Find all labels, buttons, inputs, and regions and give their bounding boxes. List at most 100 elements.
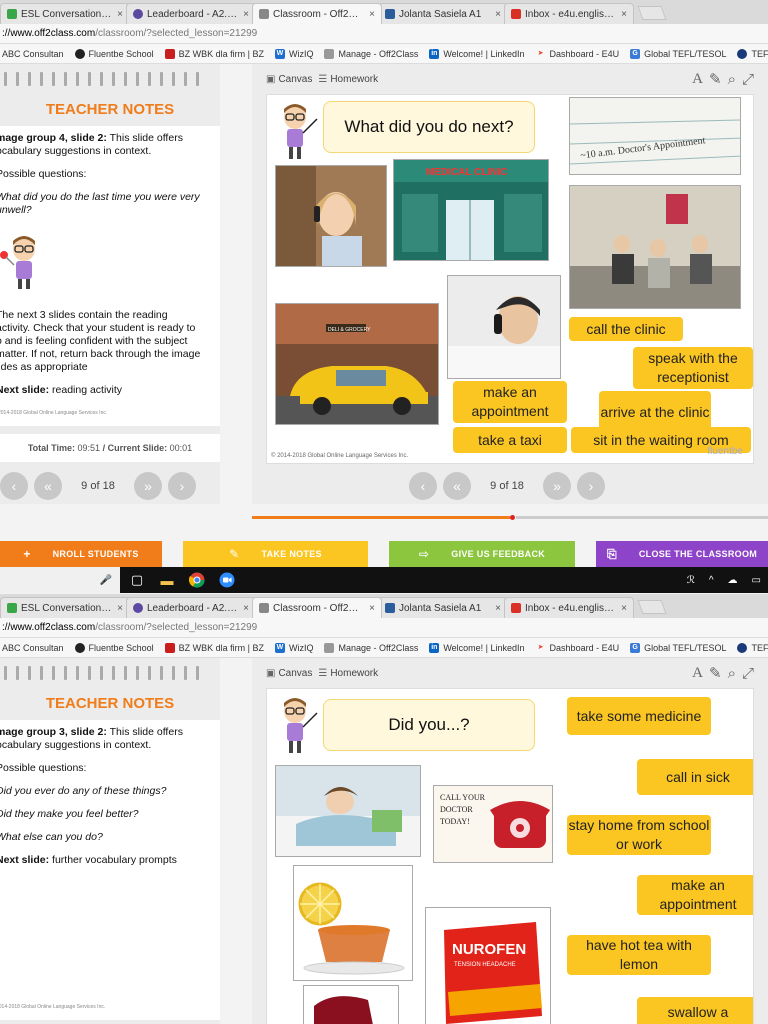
bookmark-label: TEFL with CELTA (751, 642, 768, 653)
vocab-card[interactable]: call in sick (637, 759, 753, 795)
close-icon[interactable]: × (621, 9, 627, 20)
homework-tab[interactable]: ☰ Homework (318, 74, 378, 85)
fast-forward-button[interactable]: » (543, 472, 571, 500)
vocab-card[interactable]: make an appointment (453, 381, 567, 423)
pencil-icon[interactable]: ✎ (709, 664, 722, 682)
bookmark-fluentbe[interactable]: Fluentbe School (74, 642, 154, 653)
enroll-students-button[interactable]: + NROLL STUDENTS (0, 541, 162, 567)
vocab-card[interactable]: speak with the receptionist (633, 347, 753, 389)
bookmark-celta[interactable]: TEFL with CELTA (737, 642, 768, 653)
tab-leaderboard[interactable]: Leaderboard - A2.2 Fluen × (126, 597, 256, 618)
rewind-button[interactable]: « (443, 472, 471, 500)
onedrive-icon[interactable]: ☁ (728, 575, 738, 586)
note-question: unwell? (0, 204, 32, 216)
progress-track (516, 516, 768, 519)
next-slide-button[interactable]: › (577, 472, 605, 500)
close-icon[interactable]: × (369, 603, 375, 614)
new-tab-button[interactable] (637, 6, 667, 20)
font-icon[interactable]: A (692, 71, 703, 88)
task-view-icon[interactable]: ▢ (124, 569, 150, 591)
tab-classroom[interactable]: Classroom - Off2Class × (252, 597, 382, 618)
bookmark-dashboard[interactable]: ➤ Dashboard - E4U (536, 643, 619, 653)
tab-title: Classroom - Off2Class (273, 8, 366, 20)
new-tab-button[interactable] (637, 600, 667, 614)
search-icon[interactable]: ⌕ (728, 665, 736, 682)
zoom-icon[interactable] (214, 569, 240, 591)
microphone-icon[interactable]: 🎤 (100, 575, 112, 586)
tab-jolanta[interactable]: Jolanta Sasiela A1 × (378, 3, 508, 24)
take-notes-button[interactable]: ✎ TAKE NOTES (183, 541, 368, 567)
give-feedback-button[interactable]: ⇨ GIVE US FEEDBACK (389, 541, 575, 567)
tab-classroom[interactable]: Classroom - Off2Class × (252, 3, 382, 24)
bookmark-linkedin[interactable]: in Welcome! | LinkedIn (429, 642, 525, 653)
bookmark-bzwbk[interactable]: BZ WBK dla firm | BZ (164, 48, 264, 59)
close-icon[interactable]: × (495, 9, 501, 20)
close-classroom-button[interactable]: ⎘ CLOSE THE CLASSROOM (596, 541, 768, 567)
vocab-card[interactable]: have hot tea with lemon (567, 935, 711, 975)
bookmark-label: Fluentbe School (88, 642, 154, 653)
bookmark-bzwbk[interactable]: BZ WBK dla firm | BZ (164, 642, 264, 653)
system-tray: ℛ ^ ☁ ▭ (680, 575, 768, 586)
bookmark-manage[interactable]: Manage - Off2Class (324, 48, 418, 59)
expand-icon[interactable]: ⤢ (742, 71, 754, 88)
bookmark-fluentbe[interactable]: Fluentbe School (74, 48, 154, 59)
prev-slide-button[interactable]: ‹ (409, 472, 437, 500)
address-bar[interactable]: ://www.off2class.com/classroom/?selected… (0, 618, 768, 638)
rewind-button[interactable]: « (34, 472, 62, 500)
people-icon[interactable]: ℛ (687, 575, 695, 586)
close-icon[interactable]: × (117, 9, 123, 20)
tab-jolanta[interactable]: Jolanta Sasiela A1 × (378, 597, 508, 618)
vocab-card[interactable]: take a taxi (453, 427, 567, 453)
close-icon[interactable]: × (243, 603, 249, 614)
vocab-card[interactable]: stay home from school or work (567, 815, 711, 855)
bookmark-linkedin[interactable]: in Welcome! | LinkedIn (429, 48, 525, 59)
close-icon[interactable]: × (117, 603, 123, 614)
bookmark-manage[interactable]: Manage - Off2Class (324, 642, 418, 653)
bookmark-abc[interactable]: ABC Consultan (2, 49, 64, 59)
tab-leaderboard[interactable]: Leaderboard - A2.2 Fluen × (126, 3, 256, 24)
bookmark-dashboard[interactable]: ➤ Dashboard - E4U (536, 49, 619, 59)
vocab-card[interactable]: swallow a (637, 997, 753, 1024)
global-tefl-icon: G (630, 642, 641, 653)
bookmark-global-tefl[interactable]: G Global TEFL/TESOL (630, 642, 726, 653)
tab-inbox[interactable]: Inbox - e4u.englishforyou × (504, 3, 634, 24)
slide-canvas[interactable]: Did you...? take some medicine call in s… (266, 688, 754, 1024)
vocab-card[interactable]: call the clinic (569, 317, 683, 341)
bookmark-global-tefl[interactable]: G Global TEFL/TESOL (630, 48, 726, 59)
close-icon[interactable]: × (495, 603, 501, 614)
canvas-tab[interactable]: ▣ Canvas (266, 74, 312, 85)
address-bar[interactable]: ://www.off2class.com/classroom/?selected… (0, 24, 768, 44)
battery-icon[interactable]: ▭ (752, 575, 761, 586)
tab-esl-lesson[interactable]: ESL Conversation lesson on s × (0, 3, 130, 24)
tab-strip: ESL Conversation lesson on s × Leaderboa… (0, 594, 768, 618)
bookmark-wiziq[interactable]: W WizIQ (274, 642, 313, 653)
canvas-tab[interactable]: ▣ Canvas (266, 668, 312, 679)
classroom-footer: + NROLL STUDENTS ✎ TAKE NOTES ⇨ GIVE US FEE… (0, 541, 768, 567)
tab-title: Jolanta Sasiela A1 (399, 8, 482, 20)
bookmark-celta[interactable]: TEFL with CELTA (737, 48, 768, 59)
chevron-up-icon[interactable]: ^ (709, 575, 714, 586)
bookmark-wiziq[interactable]: W WizIQ (274, 48, 313, 59)
next-slide-button[interactable]: › (168, 472, 196, 500)
note-heading: Next slide: (0, 384, 50, 396)
close-icon[interactable]: × (621, 603, 627, 614)
taskbar-search[interactable]: 🎤 (0, 567, 120, 593)
tab-esl-lesson[interactable]: ESL Conversation lesson on s × (0, 597, 130, 618)
chrome-icon[interactable] (184, 569, 210, 591)
pencil-icon[interactable]: ✎ (709, 70, 722, 88)
expand-icon[interactable]: ⤢ (742, 665, 754, 682)
bookmark-abc[interactable]: ABC Consultan (2, 643, 64, 653)
search-icon[interactable]: ⌕ (728, 71, 736, 88)
fast-forward-button[interactable]: » (134, 472, 162, 500)
close-icon[interactable]: × (369, 9, 375, 20)
prev-slide-button[interactable]: ‹ (0, 472, 28, 500)
vocab-card[interactable]: make an appointment (637, 875, 753, 915)
close-icon[interactable]: × (243, 9, 249, 20)
vocab-card[interactable]: take some medicine (567, 697, 711, 735)
svg-text:CALL YOUR: CALL YOUR (440, 793, 486, 802)
font-icon[interactable]: A (692, 665, 703, 682)
homework-tab[interactable]: ☰ Homework (318, 668, 378, 679)
tab-inbox[interactable]: Inbox - e4u.englishforyou × (504, 597, 634, 618)
slide-canvas[interactable]: What did you do next? ~10 a.m. Doctor's … (266, 94, 754, 464)
file-explorer-icon[interactable]: ▬ (154, 569, 180, 591)
